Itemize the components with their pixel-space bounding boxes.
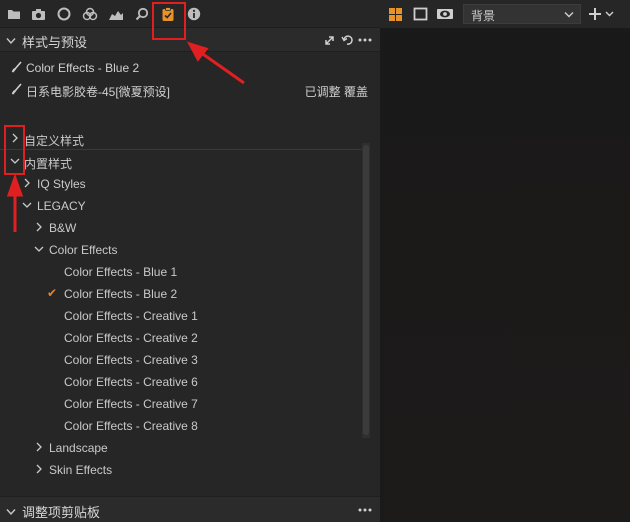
add-menu-button[interactable] bbox=[587, 6, 615, 22]
adjustments-clipboard-title: 调整项剪贴板 bbox=[22, 505, 101, 520]
more-options-icon[interactable] bbox=[358, 503, 372, 517]
style-item[interactable]: Color Effects - Creative 8 bbox=[0, 415, 362, 437]
tree-scrollbar[interactable] bbox=[362, 143, 370, 438]
tree-item-builtin-styles[interactable]: 内置样式 bbox=[0, 151, 362, 173]
tree-item-landscape[interactable]: Landscape bbox=[0, 437, 362, 459]
styles-presets-title: 样式与预设 bbox=[22, 35, 88, 50]
tree-item-skin-effects[interactable]: Skin Effects bbox=[0, 459, 362, 481]
circle-icon[interactable] bbox=[54, 5, 74, 23]
tree-label: Color Effects bbox=[49, 243, 118, 257]
tool-tabs-toolbar bbox=[0, 0, 380, 28]
image-canvas[interactable] bbox=[384, 32, 630, 522]
applied-style-row[interactable]: 日系电影胶卷-45[微夏预设] 已调整 覆盖 bbox=[0, 80, 380, 100]
style-item[interactable]: Color Effects - Creative 1 bbox=[0, 305, 362, 327]
tree-label: Skin Effects bbox=[49, 463, 113, 477]
grid-view-icon[interactable] bbox=[386, 6, 404, 22]
chevron-down-icon[interactable] bbox=[22, 200, 32, 210]
applied-style-row[interactable]: Color Effects - Blue 2 bbox=[0, 58, 380, 78]
camera-icon[interactable] bbox=[28, 5, 48, 23]
tree-item-color-effects[interactable]: Color Effects bbox=[0, 239, 362, 261]
style-item-label: Color Effects - Blue 2 bbox=[64, 287, 178, 301]
tree-label: 自定义样式 bbox=[24, 134, 85, 148]
style-item-label: Color Effects - Creative 2 bbox=[64, 331, 198, 345]
style-item[interactable]: Color Effects - Creative 7 bbox=[0, 393, 362, 415]
tree-label: B&W bbox=[49, 221, 77, 235]
viewer-toolbar: 背景 bbox=[380, 0, 630, 28]
annotation-box bbox=[152, 2, 186, 40]
reset-icon[interactable] bbox=[340, 33, 354, 47]
chart-icon[interactable] bbox=[106, 5, 126, 23]
annotation-box bbox=[4, 125, 25, 175]
adjustments-clipboard-header[interactable]: 调整项剪贴板 bbox=[0, 496, 380, 522]
style-item-label: Color Effects - Creative 3 bbox=[64, 353, 198, 367]
search-icon[interactable] bbox=[132, 5, 152, 23]
info-icon[interactable] bbox=[184, 5, 204, 23]
chevron-right-icon[interactable] bbox=[34, 442, 44, 452]
styles-tree: 自定义样式 内置样式 IQ Styles LEGACY B&W Color Ef… bbox=[0, 128, 362, 494]
tree-label: Landscape bbox=[49, 441, 108, 455]
chevron-down-icon[interactable] bbox=[6, 34, 16, 48]
tree-item-bw[interactable]: B&W bbox=[0, 217, 362, 239]
style-item[interactable]: Color Effects - Creative 6 bbox=[0, 371, 362, 393]
applied-style-label: Color Effects - Blue 2 bbox=[26, 61, 140, 75]
checkmark-icon: ✔ bbox=[47, 286, 58, 300]
tree-item-iq-styles[interactable]: IQ Styles bbox=[0, 173, 362, 195]
tree-label: LEGACY bbox=[37, 199, 86, 213]
chevron-down-icon[interactable] bbox=[34, 244, 44, 254]
chevron-right-icon[interactable] bbox=[22, 178, 32, 188]
tree-item-legacy[interactable]: LEGACY bbox=[0, 195, 362, 217]
tree-label: IQ Styles bbox=[37, 177, 86, 191]
chevron-right-icon[interactable] bbox=[34, 222, 44, 232]
chevron-right-icon[interactable] bbox=[34, 464, 44, 474]
tree-item-custom-styles[interactable]: 自定义样式 bbox=[0, 128, 362, 150]
expand-icon[interactable] bbox=[322, 33, 336, 47]
styles-presets-header[interactable]: 样式与预设 bbox=[0, 28, 380, 52]
brush-icon bbox=[11, 61, 22, 76]
style-item[interactable]: Color Effects - Creative 3 bbox=[0, 349, 362, 371]
single-view-icon[interactable] bbox=[411, 6, 429, 22]
eye-icon[interactable] bbox=[436, 6, 454, 22]
style-item[interactable]: Color Effects - Creative 2 bbox=[0, 327, 362, 349]
tree-label: 内置样式 bbox=[24, 157, 73, 171]
applied-style-status: 已调整 覆盖 bbox=[304, 85, 368, 99]
style-item[interactable]: Color Effects - Blue 1 bbox=[0, 261, 362, 283]
chevron-down-icon bbox=[564, 12, 574, 18]
color-icon[interactable] bbox=[80, 5, 100, 23]
applied-style-label: 日系电影胶卷-45[微夏预设] bbox=[26, 85, 171, 99]
style-item-label: Color Effects - Creative 6 bbox=[64, 375, 198, 389]
chevron-down-icon[interactable] bbox=[6, 505, 16, 519]
more-options-icon[interactable] bbox=[358, 33, 372, 47]
style-item-label: Color Effects - Creative 7 bbox=[64, 397, 198, 411]
style-item-label: Color Effects - Blue 1 bbox=[64, 265, 178, 279]
scrollbar-thumb[interactable] bbox=[363, 145, 369, 435]
background-select-value: 背景 bbox=[471, 9, 496, 23]
left-panel: 样式与预设 Color Effects - Blue 2 日系电影胶卷-45[微… bbox=[0, 0, 380, 522]
viewer-panel: 背景 bbox=[380, 0, 630, 522]
style-item-label: Color Effects - Creative 8 bbox=[64, 419, 198, 433]
folder-icon[interactable] bbox=[4, 5, 24, 23]
style-item-label: Color Effects - Creative 1 bbox=[64, 309, 198, 323]
background-select[interactable]: 背景 bbox=[463, 4, 581, 24]
brush-icon bbox=[11, 83, 22, 98]
style-item-selected[interactable]: ✔ Color Effects - Blue 2 bbox=[0, 283, 362, 305]
